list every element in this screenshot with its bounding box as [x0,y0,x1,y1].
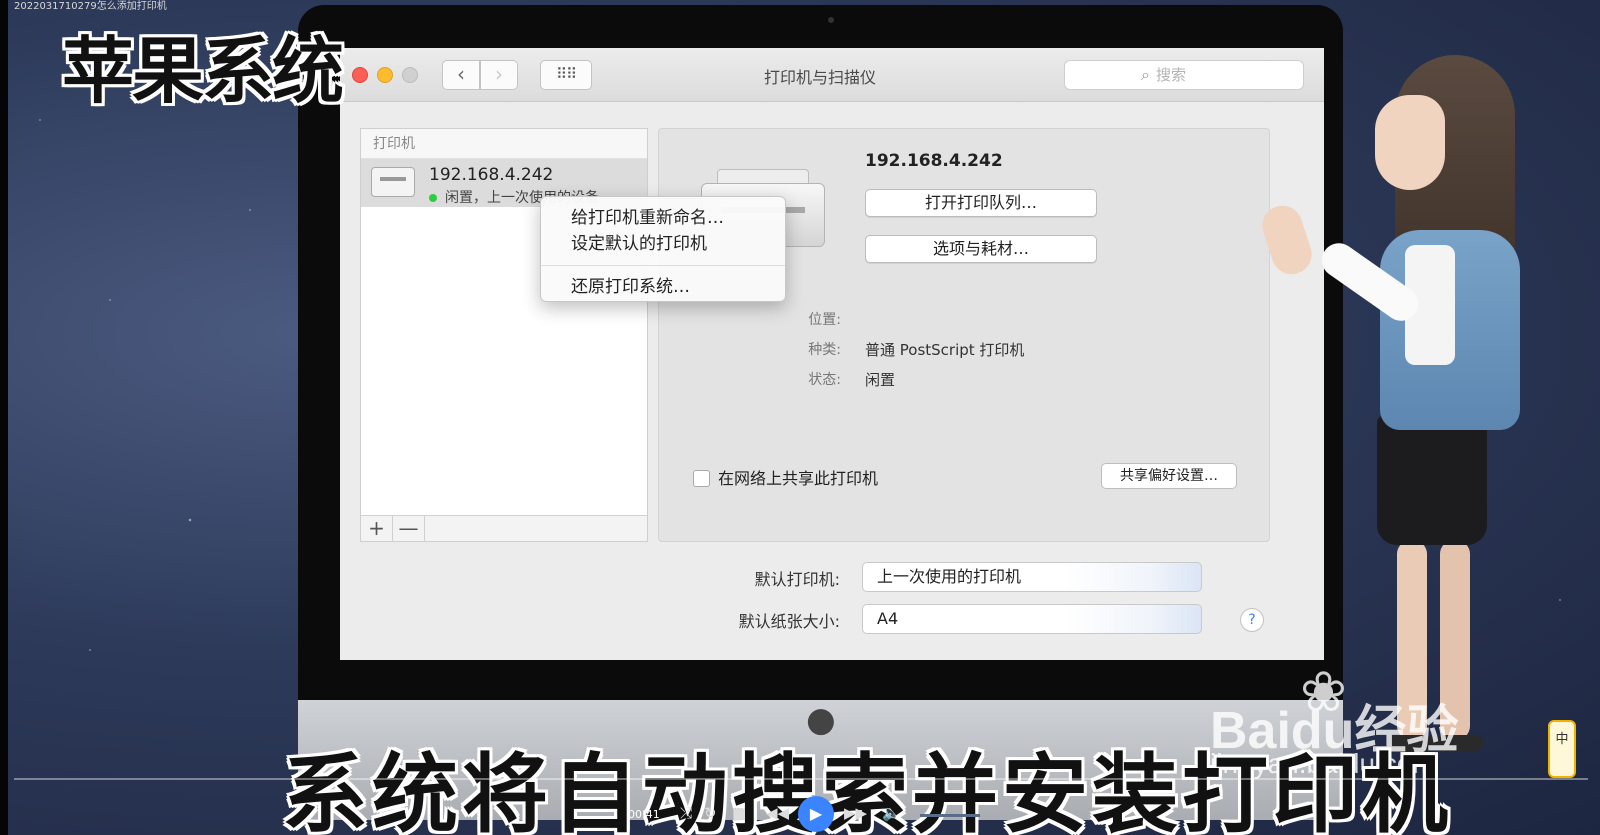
default-printer-label: 默认打印机: [754,570,840,589]
menu-separator [541,265,785,266]
printer-details-panel: 192.168.4.242 打开打印队列… 选项与耗材… 位置: 种类: 普通 … [658,128,1270,542]
video-file-title: 2022031710279怎么添加打印机 [14,1,167,12]
back-button[interactable]: ‹ [442,60,480,90]
help-icon[interactable]: ? [1240,608,1264,632]
video-progress-bar[interactable] [14,778,1588,780]
fast-forward-icon[interactable]: ▶▶ [844,804,867,822]
show-all-grid-icon[interactable]: ⠿⠿ [540,60,592,90]
printer-context-menu: 给打印机重新命名… 设定默认的打印机 还原打印系统… [540,196,786,302]
add-printer-button[interactable]: + [361,516,393,541]
ime-indicator[interactable]: 中 [1548,720,1576,778]
search-input[interactable]: ⌕ 搜索 [1064,60,1304,90]
presenter-skirt [1377,415,1487,545]
share-printer-checkbox[interactable] [693,470,710,487]
playback-time: 00:41 [628,808,660,821]
loop-icon[interactable]: ↻ [704,804,717,822]
share-printer-row[interactable]: 在网络上共享此打印机 [693,465,878,489]
rewind-icon[interactable]: ◀◀ [766,804,789,822]
kind-value: 普通 PostScript 打印机 [865,341,1025,359]
kind-label: 种类: [808,342,841,358]
status-label: 状态: [808,372,841,388]
printer-list-header: 打印机 [361,129,647,159]
default-paper-size-select[interactable]: A4 [862,604,1202,634]
default-paper-size-label: 默认纸张大小: [738,612,840,631]
camera-dot [828,17,834,23]
location-label: 位置: [808,312,841,328]
open-print-queue-button[interactable]: 打开打印队列… [865,189,1097,217]
status-value: 闲置 [865,371,896,389]
zoom-window-button[interactable] [402,67,418,83]
printer-icon [371,167,415,197]
printer-item-name: 192.168.4.242 [429,165,554,185]
menu-item-set-default-printer[interactable]: 设定默认的打印机 [541,231,785,257]
video-player-controls: 00:41 ⤮ ↻ ■ ◀◀ ▶ ▶▶ 🔈 [620,796,1000,832]
minimize-window-button[interactable] [377,67,393,83]
sharing-preferences-button[interactable]: 共享偏好设置… [1101,463,1237,489]
search-icon: ⌕ [1141,65,1150,84]
top-caption: 苹果系统 [62,29,344,113]
forward-button[interactable]: › [480,60,518,90]
volume-icon[interactable]: 🔈 [882,804,901,822]
shuffle-icon[interactable]: ⤮ [680,804,692,822]
menu-item-rename-printer[interactable]: 给打印机重新命名… [541,205,785,231]
stop-icon[interactable]: ■ [732,804,746,822]
window-title: 打印机与扫描仪 [763,68,876,87]
options-supplies-button[interactable]: 选项与耗材… [865,235,1097,263]
left-black-bar [0,0,8,835]
menu-item-reset-printing-system[interactable]: 还原打印系统… [541,274,785,300]
close-window-button[interactable] [352,67,368,83]
printer-list-panel: 打印机 192.168.4.242 闲置，上一次使用的设备 + — [360,128,648,542]
share-printer-label: 在网络上共享此打印机 [718,469,879,488]
play-pause-button[interactable]: ▶ [798,796,834,832]
presenter-face [1375,95,1445,190]
window-titlebar: ‹ › ⠿⠿ 打印机与扫描仪 ⌕ 搜索 [340,48,1324,102]
status-dot-icon [429,194,437,202]
default-printer-select[interactable]: 上一次使用的打印机 [862,562,1202,592]
printer-list-footer: + — [361,515,647,541]
volume-slider[interactable] [920,814,980,817]
system-preferences-window: ‹ › ⠿⠿ 打印机与扫描仪 ⌕ 搜索 打印机 192.168.4.242 闲置，… [340,48,1324,660]
search-placeholder: 搜索 [1155,66,1186,84]
video-frame: 2022031710279怎么添加打印机 ● ‹ › ⠿⠿ 打印机与扫描仪 ⌕ 搜… [0,0,1600,835]
printer-detail-name: 192.168.4.242 [865,151,1003,171]
remove-printer-button[interactable]: — [393,516,425,541]
